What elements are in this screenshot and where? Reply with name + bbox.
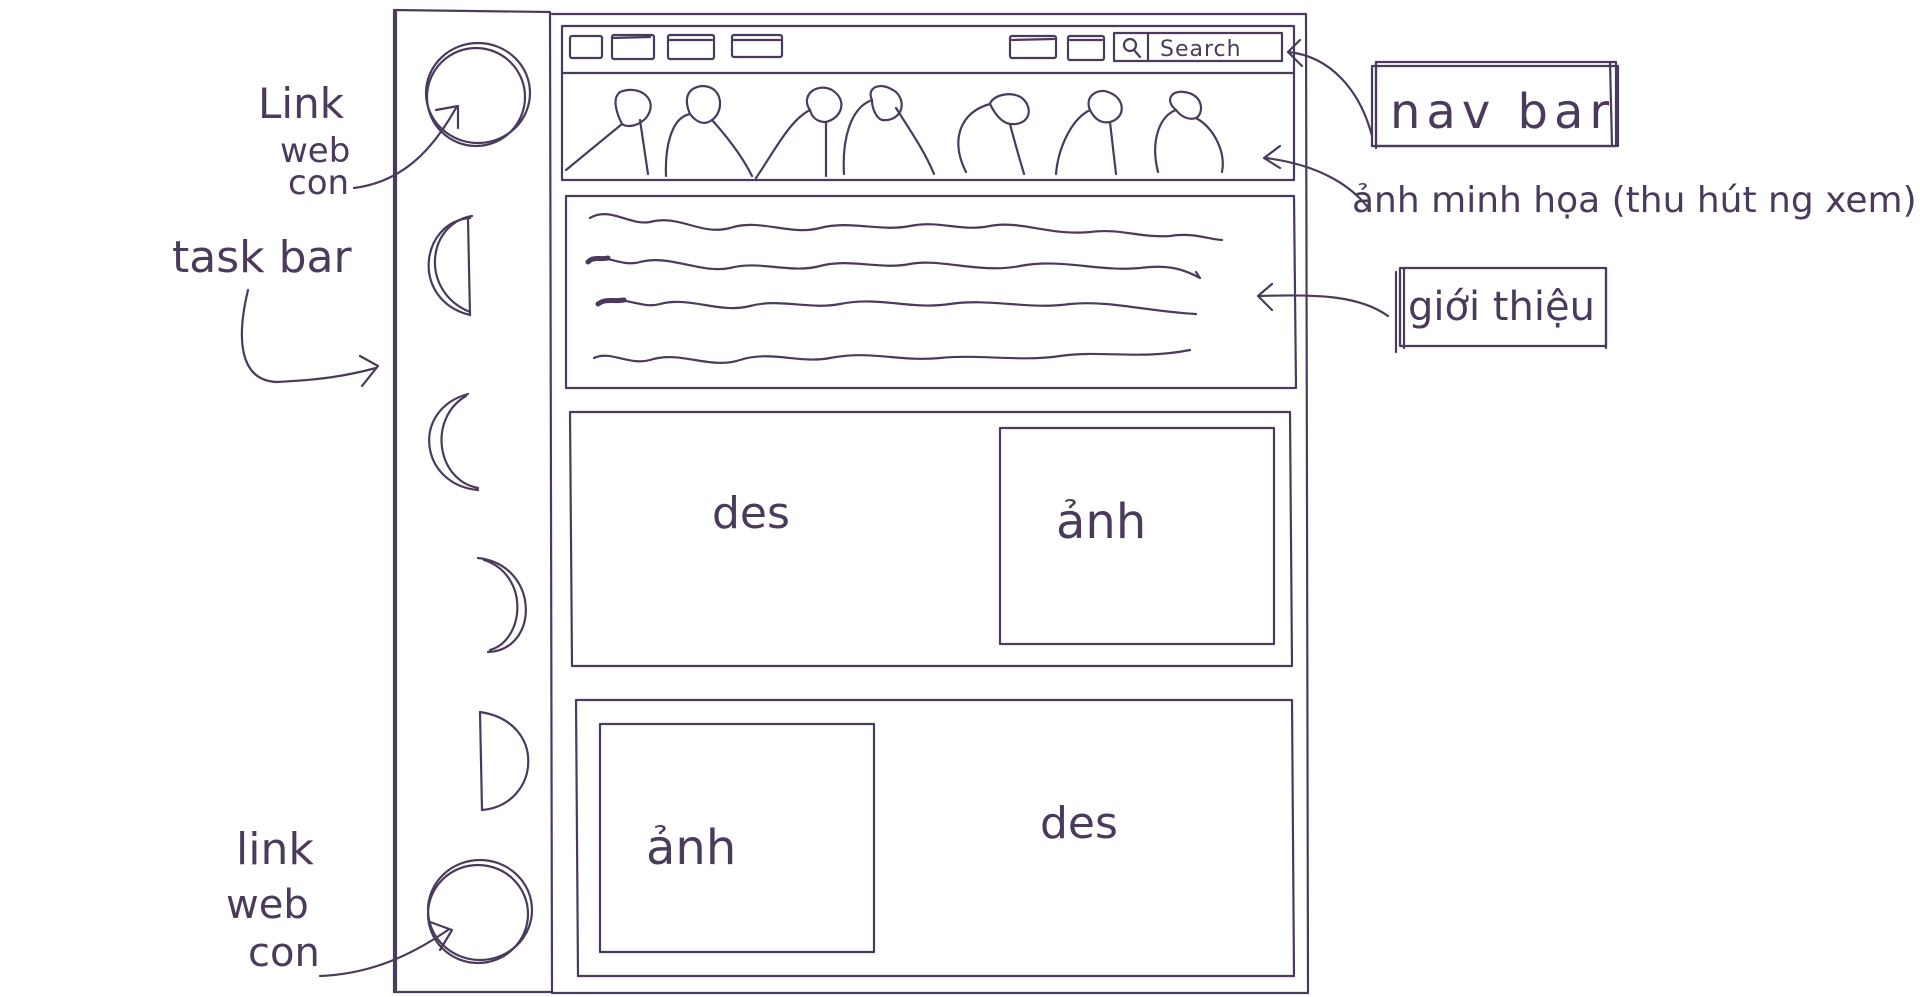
arrow-navbar xyxy=(1286,38,1374,138)
annotation-link-bottom-line2: web xyxy=(226,882,309,928)
search-placeholder: Search xyxy=(1160,37,1242,62)
section-2-image-box xyxy=(598,722,876,954)
scribble-marks xyxy=(585,255,627,307)
section-2-image-label: ảnh xyxy=(646,820,736,876)
arrow-taskbar xyxy=(240,288,380,388)
search-icon xyxy=(1122,37,1142,59)
arrow-link-top xyxy=(352,104,460,190)
arrow-intro xyxy=(1256,282,1390,318)
annotation-navbar: nav bar xyxy=(1390,84,1615,140)
annotation-link-top-line1: Link xyxy=(258,79,345,128)
section-1-description-label: des xyxy=(712,488,790,539)
nav-buttons[interactable] xyxy=(568,33,1106,62)
intro-text-lines xyxy=(586,213,1224,364)
moon-phase-icon-1[interactable] xyxy=(427,214,474,317)
hero-illustration xyxy=(564,84,1224,180)
annotation-illustration: ảnh minh họa (thu hút ng xem) xyxy=(1352,180,1917,221)
moon-phase-icon-2[interactable] xyxy=(428,392,480,492)
annotation-link-bottom-line1: link xyxy=(236,824,314,875)
annotation-link-top-line3: con xyxy=(288,163,349,203)
link-circle-bottom[interactable] xyxy=(426,858,534,965)
section-2-description-label: des xyxy=(1040,798,1118,849)
annotation-intro: giới thiệu xyxy=(1408,284,1595,330)
annotation-taskbar: task bar xyxy=(172,232,352,283)
section-1-image-label: ảnh xyxy=(1056,494,1146,550)
section-1-box xyxy=(568,410,1294,668)
annotation-link-bottom-line3: con xyxy=(248,930,320,976)
moon-phase-icon-4[interactable] xyxy=(478,710,530,812)
moon-phase-icon-3[interactable] xyxy=(476,556,527,654)
wireframe-sketch: Search Link web con task bar link web co… xyxy=(172,8,1917,995)
